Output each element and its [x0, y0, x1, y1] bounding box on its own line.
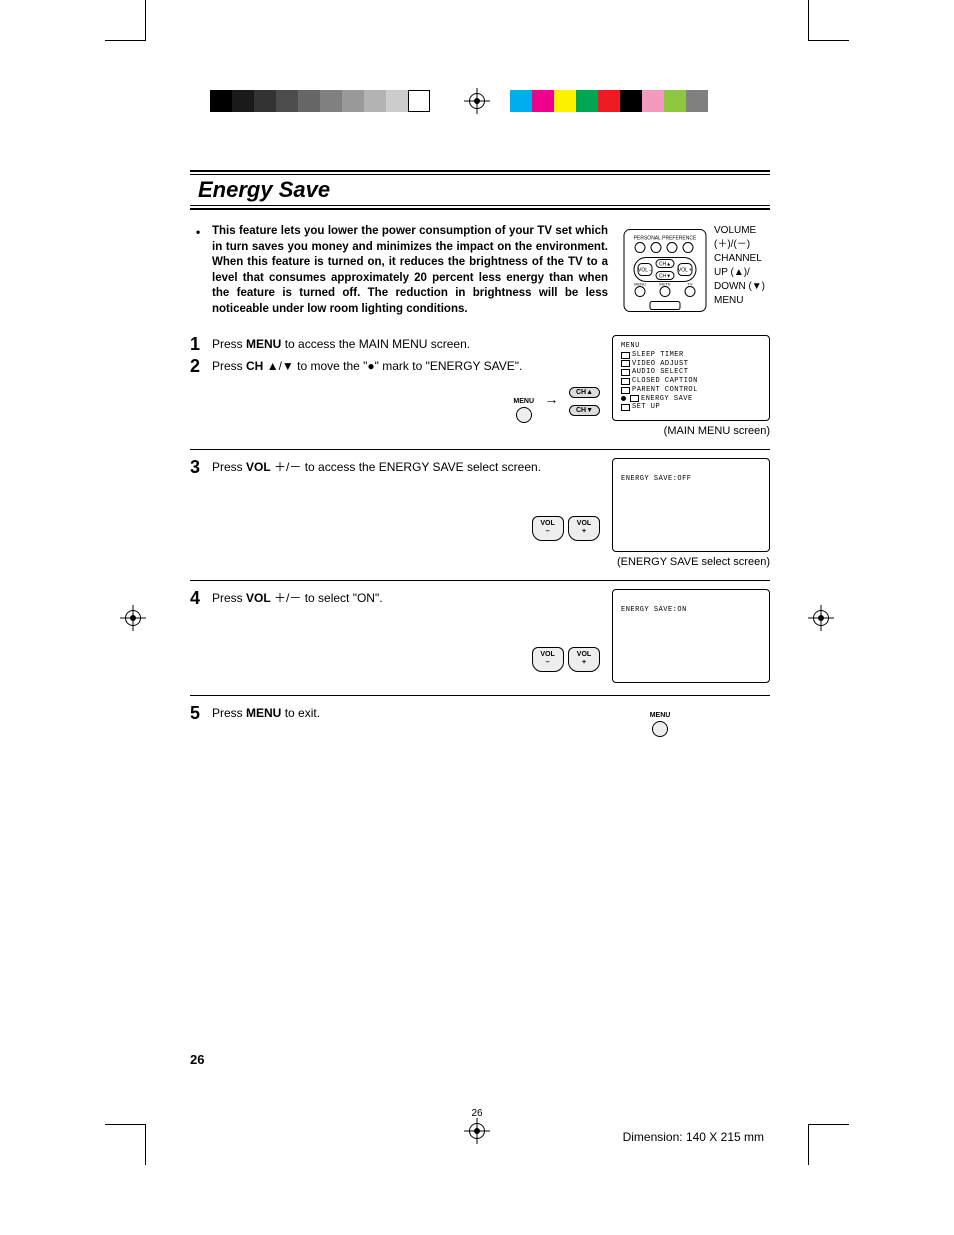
- svg-text:CH▼: CH▼: [659, 274, 671, 280]
- registration-mark-icon: [464, 88, 490, 114]
- button-cluster: VOL– VOL+: [190, 516, 600, 541]
- step-number: 2: [190, 357, 212, 375]
- button-cluster: MENU → CH▲ CH▼: [190, 381, 600, 423]
- svg-text:MUTE: MUTE: [659, 282, 671, 287]
- page-number: 26: [190, 1052, 204, 1067]
- step-text: Press VOL ＋/－ to access the ENERGY SAVE …: [212, 458, 610, 476]
- svg-text:VOL +: VOL +: [678, 268, 692, 274]
- step-number: 1: [190, 335, 212, 353]
- arrow-right-icon: →: [545, 391, 559, 407]
- crop-mark: [808, 1124, 849, 1165]
- vol-plus-button-icon: VOL+: [568, 647, 600, 672]
- step-text: Press VOL ＋/－ to select "ON".: [212, 589, 610, 607]
- menu-button-icon: MENU: [650, 712, 671, 737]
- vol-minus-button-icon: VOL–: [532, 647, 564, 672]
- energy-save-off-screen: ENERGY SAVE:OFF: [612, 458, 770, 552]
- svg-text:VOL –: VOL –: [638, 268, 652, 274]
- remote-icon: PERSONAL PREFERENCE CH▲ CH▼ VOL – VOL +: [620, 224, 710, 317]
- remote-label: CHANNEL: [714, 252, 765, 266]
- section-title: Energy Save: [190, 174, 770, 206]
- section-title-box: Energy Save: [190, 170, 770, 210]
- registration-mark-icon: [464, 1118, 490, 1144]
- step-text: Press CH ▲/▼ to move the "●" mark to "EN…: [212, 357, 610, 375]
- svg-text:TV: TV: [687, 282, 692, 287]
- step-text: Press MENU to exit.: [212, 704, 550, 722]
- remote-label: VOLUME: [714, 224, 765, 238]
- registration-mark-icon: [120, 605, 146, 631]
- page-number-small: 26: [471, 1108, 482, 1119]
- step-number: 3: [190, 458, 212, 476]
- vol-minus-button-icon: VOL–: [532, 516, 564, 541]
- step-text: Press MENU to access the MAIN MENU scree…: [212, 335, 610, 353]
- screen-caption: (ENERGY SAVE select screen): [610, 556, 770, 568]
- crop-mark: [808, 0, 849, 41]
- remote-label: MENU: [714, 294, 765, 308]
- ch-up-button-icon: CH▲: [569, 387, 600, 398]
- grayscale-bar: [210, 90, 430, 112]
- remote-diagram: PERSONAL PREFERENCE CH▲ CH▼ VOL – VOL +: [620, 224, 770, 317]
- vol-plus-button-icon: VOL+: [568, 516, 600, 541]
- intro-paragraph: This feature lets you lower the power co…: [190, 224, 608, 317]
- button-cluster: VOL– VOL+: [190, 647, 600, 672]
- step-number: 4: [190, 589, 212, 607]
- dimension-note: Dimension: 140 X 215 mm: [623, 1130, 764, 1144]
- color-bar: [510, 90, 708, 112]
- crop-mark: [105, 0, 146, 41]
- menu-button-icon: MENU: [513, 398, 534, 423]
- svg-text:CH▲: CH▲: [659, 262, 671, 268]
- svg-text:MENU: MENU: [634, 282, 646, 287]
- main-menu-screen: MENU SLEEP TIMER VIDEO ADJUST AUDIO SELE…: [612, 335, 770, 421]
- energy-save-on-screen: ENERGY SAVE:ON: [612, 589, 770, 683]
- remote-label: UP (▲)/: [714, 266, 765, 280]
- crop-mark: [105, 1124, 146, 1165]
- registration-mark-icon: [808, 605, 834, 631]
- step-number: 5: [190, 704, 212, 722]
- ch-down-button-icon: CH▼: [569, 405, 600, 416]
- screen-caption: (MAIN MENU screen): [610, 425, 770, 437]
- svg-text:PERSONAL PREFERENCE: PERSONAL PREFERENCE: [634, 236, 697, 242]
- remote-label: DOWN (▼): [714, 280, 765, 294]
- remote-label: (＋)/(－): [714, 238, 765, 252]
